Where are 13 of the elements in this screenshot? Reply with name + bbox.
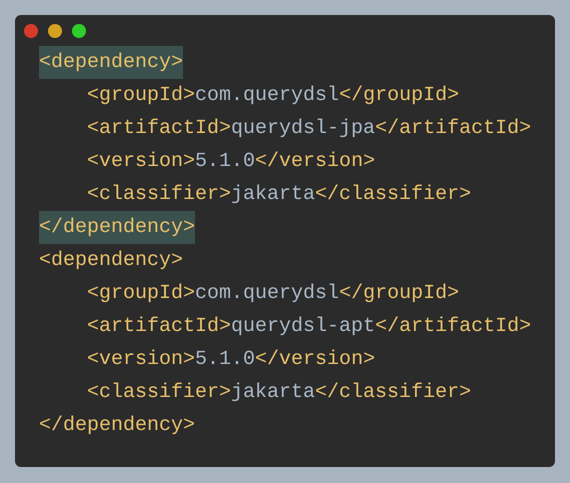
maximize-button[interactable] xyxy=(72,24,86,38)
code-line: <version>5.1.0</version> xyxy=(87,347,376,373)
minimize-button[interactable] xyxy=(48,24,62,38)
code-line: <groupId>com.querydsl</groupId> xyxy=(87,281,460,307)
code-line: <dependency> xyxy=(39,248,184,274)
code-line: </dependency> xyxy=(39,413,196,439)
code-line: <version>5.1.0</version> xyxy=(87,149,376,175)
code-line: <artifactId>querydsl-apt</artifactId> xyxy=(87,314,532,340)
code-line: <groupId>com.querydsl</groupId> xyxy=(87,83,460,109)
code-line: <classifier>jakarta</classifier> xyxy=(87,380,472,406)
close-button[interactable] xyxy=(24,24,38,38)
code-line: <artifactId>querydsl-jpa</artifactId> xyxy=(87,116,532,142)
code-line: <classifier>jakarta</classifier> xyxy=(87,182,472,208)
